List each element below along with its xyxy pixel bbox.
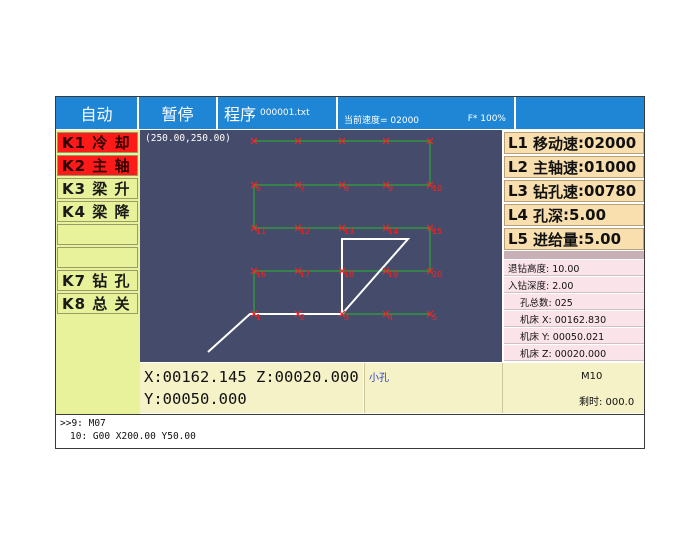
retract-height: 退钻高度: 10.00 — [504, 260, 644, 276]
param-l1[interactable]: L1 移动速:02000 — [504, 132, 644, 154]
hole-label: 14 — [388, 227, 398, 236]
remaining-time: 剩时: 000.0 — [579, 397, 635, 408]
hole-label: 9 — [388, 184, 393, 193]
k5-blank-button[interactable] — [57, 224, 138, 245]
toolpath-canvas: (250.00,250.00) 6 7 8 9 1011 12 13 14 1516 17 18 19… — [145, 133, 442, 353]
k3-beam-up-button[interactable]: K3 梁 升 — [57, 178, 138, 199]
toolpath-plot: (250.00,250.00) 6 7 8 9 10 11 12 13 14 15 16 17 18 19… — [140, 130, 502, 362]
machine-z: 机床 Z: 00020.000 — [504, 345, 644, 361]
param-divider — [504, 251, 644, 259]
rapid-move-line — [207, 238, 411, 353]
hole-label: 8 — [344, 184, 349, 193]
gcode-line-next: 10: G00 X200.00 Y50.00 — [70, 431, 196, 442]
hole-label: 16 — [256, 270, 266, 279]
hole-markers: 6 7 8 9 1011 12 13 14 1516 17 18 19 201 2 3 4 5 — [250, 137, 442, 322]
program-panel[interactable]: 程序 000001.txt — [218, 97, 338, 129]
key-panel: K1 冷 却 K2 主 轴 K3 梁 升 K4 梁 降 K7 钻 孔 K8 总 … — [56, 130, 140, 415]
entry-depth: 入钻深度: 2.00 — [504, 277, 644, 293]
hole-label: 19 — [388, 270, 398, 279]
pause-button[interactable]: 暂停 — [139, 97, 218, 129]
coord-z: Z:00020.000 — [256, 368, 359, 386]
current-speed: 当前速度= 02000 — [344, 115, 420, 126]
hole-label: 11 — [256, 227, 266, 236]
mode-button[interactable]: 自动 — [56, 97, 139, 129]
cnc-screen: 自动 暂停 程序 000001.txt 当前速度= 02000 F* 100% … — [55, 96, 645, 449]
coord-x: X:00162.145 — [144, 368, 247, 386]
status-panel: M10 剩时: 000.0 — [502, 363, 644, 413]
hole-label: 4 — [388, 313, 393, 322]
param-l5[interactable]: L5 进给量:5.00 — [504, 228, 644, 250]
k1-cool-button[interactable]: K1 冷 却 — [57, 132, 138, 153]
k4-beam-down-button[interactable]: K4 梁 降 — [57, 201, 138, 222]
param-l2[interactable]: L2 主轴速:01000 — [504, 156, 644, 178]
message-panel: 小孔 — [364, 363, 502, 413]
hole-label: 6 — [256, 184, 261, 193]
hole-label: 17 — [300, 270, 310, 279]
program-file: 000001.txt — [260, 108, 310, 118]
hole-label: 12 — [300, 227, 310, 236]
param-l3[interactable]: L3 钻孔速:00780 — [504, 180, 644, 202]
header-blank — [516, 97, 644, 129]
k8-all-off-button[interactable]: K8 总 关 — [57, 293, 138, 314]
machine-x: 机床 X: 00162.830 — [504, 311, 644, 327]
k7-drill-button[interactable]: K7 钻 孔 — [57, 270, 138, 291]
hole-label: 15 — [432, 227, 442, 236]
k6-blank-button[interactable] — [57, 247, 138, 268]
param-l4[interactable]: L4 孔深:5.00 — [504, 204, 644, 226]
hole-label: 3 — [344, 313, 349, 322]
hole-label: 5 — [432, 313, 437, 322]
hole-count: 孔总数: 025 — [504, 294, 644, 310]
hole-label: 7 — [300, 184, 305, 193]
machine-y: 机床 Y: 00050.021 — [504, 328, 644, 344]
program-label: 程序 — [224, 105, 257, 124]
hole-label: 13 — [344, 227, 354, 236]
message-text: 小孔 — [369, 373, 389, 384]
origin-label: (250.00,250.00) — [145, 133, 231, 144]
coord-y: Y:00050.000 — [144, 390, 247, 408]
hole-label: 10 — [432, 184, 442, 193]
hole-label: 20 — [432, 270, 442, 279]
gcode-panel: >>9: M07 10: G00 X200.00 Y50.00 — [56, 414, 644, 448]
mcode-text: M10 — [581, 371, 603, 382]
hole-label: 18 — [344, 270, 354, 279]
speed-panel: 当前速度= 02000 F* 100% — [338, 97, 516, 129]
hole-label: 2 — [300, 313, 305, 322]
hole-label: 1 — [256, 313, 261, 322]
gcode-line-current: >>9: M07 — [60, 418, 106, 429]
coordinate-panel: X:00162.145 Z:00020.000 Y:00050.000 — [140, 363, 363, 413]
feed-override: F* 100% — [467, 114, 506, 124]
k2-spindle-button[interactable]: K2 主 轴 — [57, 155, 138, 176]
